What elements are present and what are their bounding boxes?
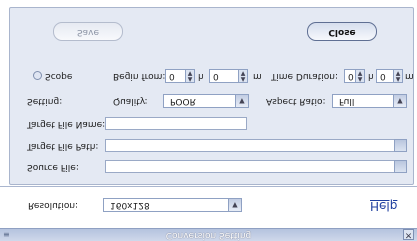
begin-from-label: Begin from: (113, 71, 166, 81)
target-name-label: Target File Name: (27, 119, 106, 129)
duration-hours-unit: h (368, 71, 374, 81)
resolution-row: Resolution: 160x128 ▼ Help (0, 186, 417, 228)
begin-hours-spinner[interactable]: 0 ▲ ▼ (165, 69, 195, 83)
chevron-down-icon[interactable]: ▼ (235, 95, 248, 107)
spinner-arrows-icon[interactable]: ▲ ▼ (238, 70, 247, 83)
scope-label: Scope (45, 71, 73, 81)
chevron-down-icon[interactable]: ▼ (228, 199, 241, 211)
begin-minutes-value: 0 (213, 71, 219, 81)
target-path-label: Target File Path: (27, 141, 99, 151)
duration-minutes-unit: m (405, 71, 414, 81)
spinner-arrows-icon[interactable]: ▲ ▼ (393, 70, 402, 83)
duration-minutes-value: 0 (380, 71, 386, 81)
aspect-ratio-label: Aspect Ratio: (266, 96, 326, 106)
begin-minutes-spinner[interactable]: 0 ▲ ▼ (209, 69, 248, 83)
chevron-down-icon[interactable]: ▼ (393, 95, 406, 107)
duration-hours-value: 0 (348, 71, 354, 81)
quality-select[interactable]: POOR ▼ (163, 94, 249, 108)
spinner-arrows-icon[interactable]: ▲ ▼ (355, 70, 364, 83)
browse-target-button[interactable] (394, 139, 407, 152)
quality-value: POOR (170, 96, 196, 106)
hours-unit: h (198, 71, 204, 81)
minutes-unit: m (253, 71, 262, 81)
flipped-content: ≡ Conversion Setting × Resolution: 160x1… (0, 0, 417, 241)
resolution-value: 160x128 (110, 200, 150, 210)
setting-label: Setting: (27, 96, 63, 106)
aspect-ratio-value: Full (339, 96, 355, 106)
target-name-field[interactable] (105, 117, 247, 130)
title-bar[interactable]: ≡ Conversion Setting × (0, 228, 417, 241)
spinner-arrows-icon[interactable]: ▲ ▼ (185, 70, 194, 83)
conversion-setting-window: ≡ Conversion Setting × Resolution: 160x1… (0, 0, 417, 241)
resolution-label: Resolution: (28, 200, 79, 210)
save-button[interactable]: Save (53, 22, 123, 41)
source-file-field[interactable] (105, 160, 407, 173)
target-path-field[interactable] (105, 139, 407, 152)
time-duration-label: Time Duration: (271, 71, 339, 81)
close-icon[interactable]: × (403, 229, 414, 240)
begin-hours-value: 0 (169, 71, 175, 81)
aspect-ratio-select[interactable]: Full ▼ (332, 94, 407, 108)
close-button[interactable]: Close (307, 22, 377, 41)
resolution-select[interactable]: 160x128 ▼ (103, 198, 242, 212)
duration-minutes-spinner[interactable]: 0 ▲ ▼ (376, 69, 403, 83)
browse-source-button[interactable] (394, 160, 407, 173)
help-link[interactable]: Help (370, 199, 397, 213)
duration-hours-spinner[interactable]: 0 ▲ ▼ (344, 69, 365, 83)
source-file-label: Source File: (27, 162, 79, 172)
settings-panel: Source File: Target File Path: Target Fi… (9, 7, 414, 185)
quality-label: Quality: (113, 96, 148, 106)
window-title: Conversion Setting (165, 230, 252, 240)
scope-radio[interactable] (33, 71, 42, 80)
